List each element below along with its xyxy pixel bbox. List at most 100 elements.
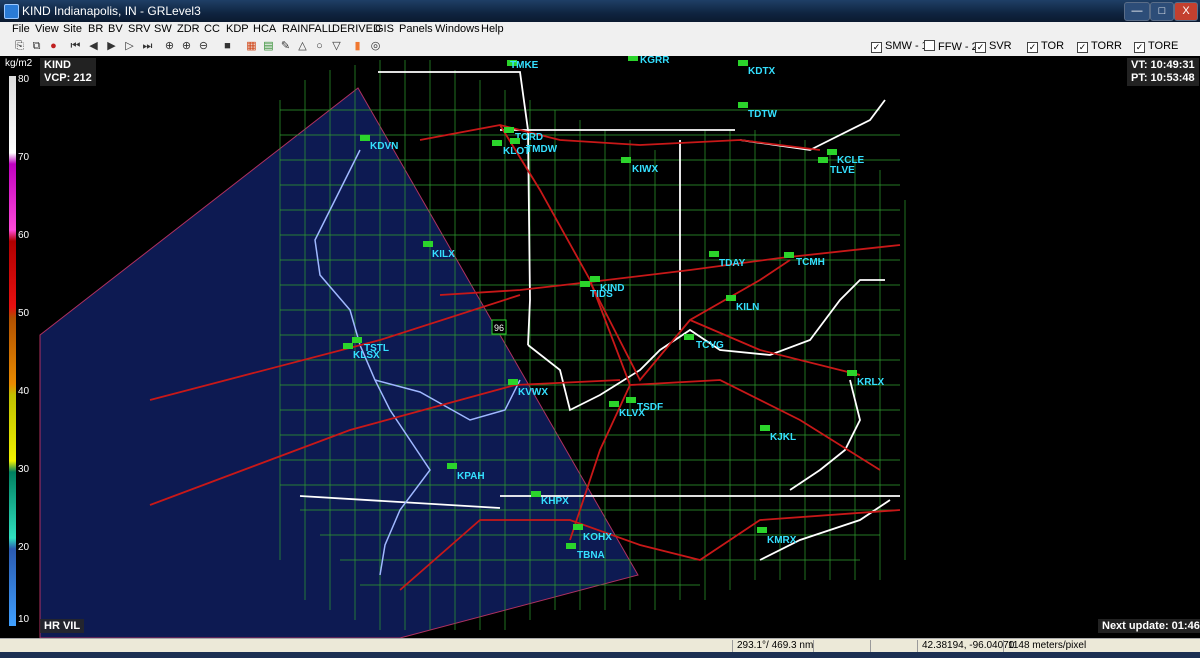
menu-sw[interactable]: SW (154, 23, 172, 35)
site-tcvg[interactable]: TCVG (684, 334, 724, 351)
menu-br[interactable]: BR (88, 23, 103, 35)
color-scale-tick: 30 (18, 464, 30, 475)
radar-times: VT: 10:49:31 PT: 10:53:48 (1127, 58, 1199, 86)
menu-windows[interactable]: Windows (435, 23, 480, 35)
radar-vcp: VCP: 212 (44, 72, 92, 84)
svg-text:96: 96 (494, 323, 504, 333)
orange-marker-icon[interactable]: ▮ (350, 39, 365, 54)
site-tdtw[interactable]: TDTW (738, 102, 777, 120)
svg-text:TBNA: TBNA (577, 550, 605, 561)
menu-hca[interactable]: HCA (253, 23, 276, 35)
target-icon[interactable]: ◎ (368, 39, 383, 54)
menu-gis[interactable]: GIS (375, 23, 394, 35)
radar-site-info: KIND VCP: 212 (40, 58, 96, 86)
color-scale-tick: 70 (18, 152, 30, 163)
svg-text:KLVX: KLVX (619, 408, 645, 419)
svg-text:TDTW: TDTW (748, 109, 777, 120)
menu-help[interactable]: Help (481, 23, 504, 35)
svg-text:KOHX: KOHX (583, 532, 612, 543)
first-frame-icon[interactable]: ⏮ (68, 39, 83, 54)
product-name: HR VIL (40, 619, 85, 633)
color-table-icon[interactable]: ▦ (244, 39, 259, 54)
status-empty-2 (870, 640, 917, 652)
menu-rainfall[interactable]: RAINFALL (282, 23, 334, 35)
checkbox-tore[interactable]: ✓ TORE (1134, 40, 1178, 53)
menu-site[interactable]: Site (63, 23, 82, 35)
site-tmke[interactable]: TMKE (507, 60, 539, 71)
svg-text:KVWX: KVWX (518, 387, 548, 398)
svg-text:KHPX: KHPX (541, 496, 569, 507)
menu-kdp[interactable]: KDP (226, 23, 249, 35)
minimize-button[interactable]: — (1124, 2, 1150, 21)
svg-text:KIWX: KIWX (632, 164, 658, 175)
close-button[interactable]: X (1174, 2, 1198, 21)
checkbox-ffw[interactable]: FFW - 2 (924, 40, 978, 53)
map-canvas[interactable]: TMKE KGRR KDTX TDTW TORD KLOT TMDW KDVN … (0, 56, 1200, 638)
menu-view[interactable]: View (35, 23, 59, 35)
site-kcle[interactable]: KCLE (827, 149, 865, 166)
product-time: PT: 10:53:48 (1131, 72, 1195, 84)
svg-text:KDTX: KDTX (748, 66, 776, 77)
menu-derived[interactable]: DERIVED (332, 23, 381, 35)
svg-text:KGRR: KGRR (640, 56, 670, 66)
next-update: Next update: 01:46 (1098, 619, 1200, 633)
next-frame-icon[interactable]: ▷ (122, 39, 137, 54)
menu-bv[interactable]: BV (108, 23, 123, 35)
zoom-fit-icon[interactable]: ⊕ (162, 39, 177, 54)
svg-text:KILN: KILN (736, 302, 759, 313)
color-scale-tick: 10 (18, 614, 30, 625)
filter-icon[interactable]: ▽ (329, 39, 344, 54)
color-scale-tick: 80 (18, 74, 30, 85)
checkbox-smw[interactable]: ✓ SMW - 1 (871, 40, 928, 53)
svg-text:TIDS: TIDS (590, 289, 613, 300)
site-kgrr[interactable]: KGRR (628, 56, 670, 66)
color-scale-tick: 50 (18, 308, 30, 319)
radar-coverage-wedge (39, 87, 639, 638)
color-scale-tick: 60 (18, 230, 30, 241)
black-box-icon[interactable]: ■ (220, 39, 235, 54)
paste-icon[interactable]: ⧉ (29, 39, 44, 54)
svg-text:TMDW: TMDW (526, 144, 558, 155)
circle-icon[interactable]: ○ (312, 39, 327, 54)
radar-site-code: KIND (44, 59, 71, 71)
svg-text:KDVN: KDVN (370, 141, 398, 152)
route-shield: 96 (491, 319, 507, 335)
layers-icon[interactable]: ▤ (261, 39, 276, 54)
svg-text:TCMH: TCMH (796, 257, 825, 268)
site-kjkl[interactable]: KJKL (760, 425, 796, 443)
site-kmrx[interactable]: KMRX (757, 527, 797, 546)
menu-cc[interactable]: CC (204, 23, 220, 35)
menu-srv[interactable]: SRV (128, 23, 150, 35)
checkbox-tor[interactable]: ✓ TOR (1027, 40, 1064, 53)
svg-text:TMKE: TMKE (510, 60, 539, 71)
radar-map[interactable]: TMKE KGRR KDTX TDTW TORD KLOT TMDW KDVN … (0, 56, 1200, 638)
svg-text:KJKL: KJKL (770, 432, 796, 443)
zoom-in-icon[interactable]: ⊕ (179, 39, 194, 54)
tool-icon[interactable]: ✎ (278, 39, 293, 54)
menu-zdr[interactable]: ZDR (177, 23, 200, 35)
title-bar: KIND Indianapolis, IN - GRLevel3 — □ X (0, 0, 1200, 22)
triangle-icon[interactable]: △ (295, 39, 310, 54)
zoom-out-icon[interactable]: ⊖ (196, 39, 211, 54)
svg-text:KILX: KILX (432, 249, 455, 260)
copy-icon[interactable]: ⎘ (12, 39, 27, 54)
status-azimuth-range: 293.1°/ 469.3 nm (732, 640, 813, 652)
maximize-button[interactable]: □ (1150, 2, 1174, 21)
menu-file[interactable]: File (12, 23, 30, 35)
checkbox-svr[interactable]: ✓ SVR (975, 40, 1012, 53)
menu-bar: File View Site BR BV SRV SW ZDR CC KDP H… (0, 22, 1200, 38)
prev-frame-icon[interactable]: ◀ (86, 39, 101, 54)
site-kdtx[interactable]: KDTX (738, 60, 776, 77)
color-scale-unit: kg/m2 (5, 58, 33, 69)
svg-text:KMRX: KMRX (767, 535, 797, 546)
last-frame-icon[interactable]: ⏭ (140, 39, 155, 54)
menu-panels[interactable]: Panels (399, 23, 433, 35)
color-scale-bar: kg/m2 80 70 60 50 40 30 20 10 (0, 56, 40, 638)
volume-time: VT: 10:49:31 (1131, 59, 1195, 71)
checkbox-torr[interactable]: ✓ TORR (1077, 40, 1122, 53)
record-icon[interactable]: ● (46, 39, 61, 54)
play-icon[interactable]: ▶ (104, 39, 119, 54)
status-coordinates: 42.38194, -96.04070 (917, 640, 1014, 652)
status-bar: 293.1°/ 469.3 nm 42.38194, -96.04070 114… (0, 638, 1200, 653)
svg-text:KPAH: KPAH (457, 471, 485, 482)
